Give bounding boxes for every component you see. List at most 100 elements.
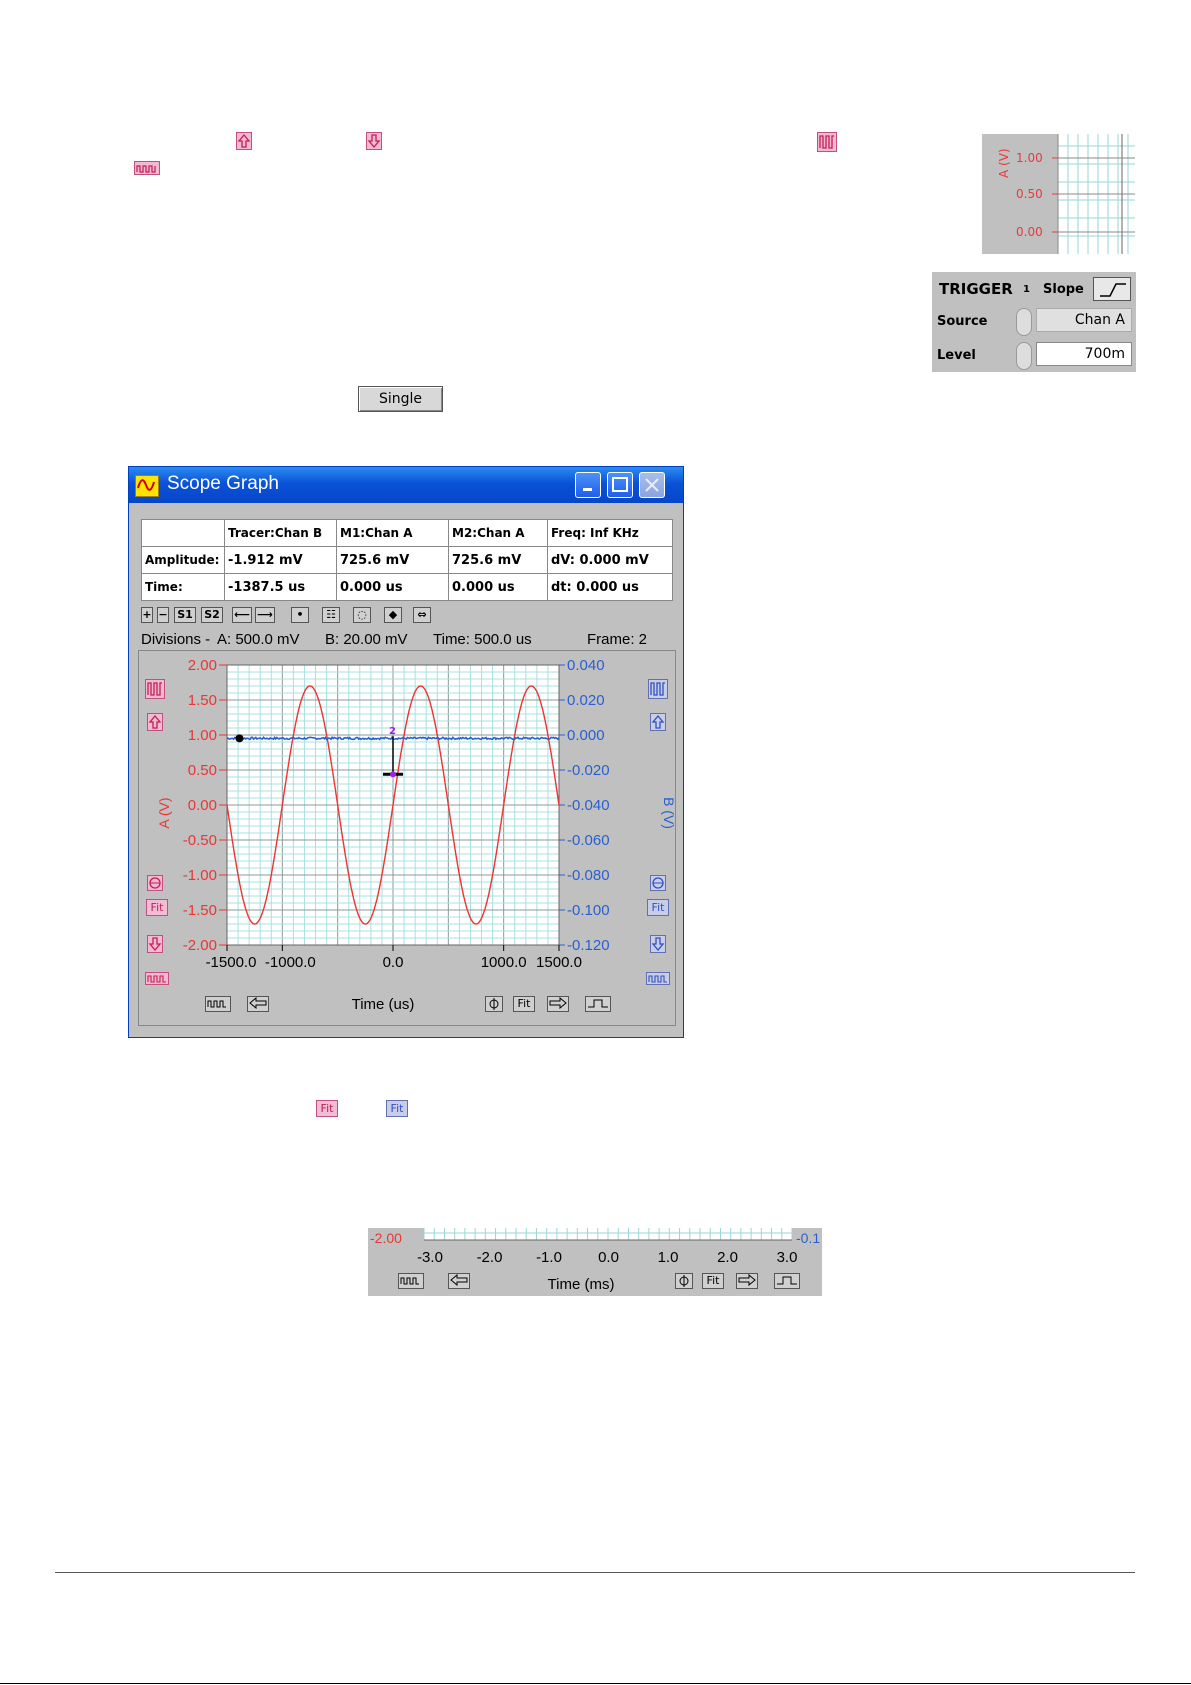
table-cell: -1387.5 us — [224, 573, 337, 601]
left-scroll-down-icon[interactable] — [147, 935, 163, 953]
table-header-cell: Tracer:Chan B — [224, 519, 337, 547]
y-tick-label: 1.00 — [188, 727, 217, 744]
left-scroll-up-icon[interactable] — [147, 713, 163, 731]
y2-tick-label: -0.040 — [567, 797, 610, 814]
strip-scroll-right-button[interactable] — [736, 1273, 758, 1289]
strip-x-title: Time (ms) — [548, 1276, 615, 1293]
table-row: Time: -1387.5 us 0.000 us 0.000 us dt: 0… — [141, 573, 673, 601]
y2-tick-label: -0.100 — [567, 902, 610, 919]
measurement-table: Tracer:Chan B M1:Chan A M2:Chan A Freq: … — [141, 519, 673, 601]
strip-x-tick-label: -1.0 — [536, 1249, 562, 1266]
mini-axis-label: A (V) — [997, 148, 1011, 178]
y2-tick-label: 0.000 — [567, 727, 605, 744]
close-button[interactable] — [639, 472, 665, 498]
add-cursor-button[interactable]: + — [141, 607, 153, 623]
cursor-left-button[interactable]: ⟵ — [232, 607, 252, 623]
strip-x-tick-label: -2.0 — [477, 1249, 503, 1266]
x-tick-label: -1500.0 — [206, 954, 257, 971]
source-select[interactable]: Chan A — [1036, 308, 1132, 332]
y2-axis-title: B (V) — [661, 797, 675, 829]
plot-panel: 2.00 1.50 1.00 0.50 0.00 -0.50 -1.00 -1.50 -2.00… — [138, 650, 676, 1026]
minimize-button[interactable] — [575, 472, 601, 498]
x-tick-label: 1000.0 — [481, 954, 527, 971]
scroll-up-icon[interactable] — [236, 132, 252, 150]
strip-y-left: -2.00 — [370, 1230, 402, 1246]
x-fit-button[interactable]: Fit — [513, 996, 535, 1012]
strip-fit-button[interactable]: Fit — [702, 1273, 724, 1289]
y-tick-label: 0.00 — [188, 797, 217, 814]
phi-icon — [679, 1275, 689, 1287]
strip-x-tick-label: 1.0 — [658, 1249, 679, 1266]
strip-zoom-out-button[interactable] — [398, 1273, 424, 1289]
scroll-down-icon[interactable] — [366, 132, 382, 150]
window-title: Scope Graph — [167, 473, 279, 494]
right-scroll-up-icon[interactable] — [650, 713, 666, 731]
cursor-right-button[interactable]: ⟶ — [255, 607, 275, 623]
y-tick-label: 1.50 — [188, 692, 217, 709]
remove-cursor-button[interactable]: − — [157, 607, 169, 623]
right-fit-button[interactable]: Fit — [647, 899, 669, 916]
left-fit-button[interactable]: Fit — [146, 899, 168, 916]
table-header-cell: Freq: Inf KHz — [547, 519, 673, 547]
circle-button[interactable]: ◌ — [353, 607, 371, 623]
slope-button[interactable] — [1093, 277, 1131, 301]
page-divider — [55, 1572, 1135, 1573]
y-tick-label: -1.50 — [183, 902, 217, 919]
inline-fit-blue: Fit — [386, 1100, 408, 1117]
y2-tick-label: -0.060 — [567, 832, 610, 849]
strip-scroll-left-button[interactable] — [448, 1273, 470, 1289]
right-scroll-down-icon[interactable] — [650, 935, 666, 953]
table-header-cell — [141, 519, 225, 547]
diamond-button[interactable]: ◆ — [384, 607, 402, 623]
right-zoom-out-icon[interactable] — [646, 972, 670, 985]
rising-edge-icon — [1100, 283, 1126, 297]
strip-zoom-in-button[interactable] — [774, 1273, 800, 1289]
single-button[interactable]: Single — [358, 386, 443, 412]
y2-tick-label: 0.040 — [567, 657, 605, 674]
maximize-icon — [612, 477, 628, 492]
y-tick-label: -2.00 — [183, 937, 217, 954]
x-axis-title: Time (us) — [352, 996, 415, 1013]
mini-tick-3: 0.00 — [1016, 225, 1043, 239]
level-input[interactable]: 700m — [1036, 342, 1132, 366]
zoom-out-horizontal-icon — [207, 1000, 226, 1008]
s1-button[interactable]: S1 — [174, 607, 196, 623]
table-cell: dt: 0.000 us — [547, 573, 673, 601]
x-scroll-left-button[interactable] — [247, 996, 269, 1012]
level-label: Level — [937, 348, 976, 363]
y2-tick-label: -0.080 — [567, 867, 610, 884]
table-cell: 0.000 us — [448, 573, 548, 601]
strip-y-right: -0.1 — [796, 1230, 820, 1246]
zoom-out-vertical-icon[interactable] — [134, 161, 160, 175]
scope-plot[interactable]: 2.00 1.50 1.00 0.50 0.00 -0.50 -1.00 -1.50 -2.00… — [139, 651, 675, 1025]
list-button[interactable]: ☷ — [322, 607, 340, 623]
table-header-cell: M1:Chan A — [336, 519, 449, 547]
strip-center-button[interactable] — [675, 1273, 693, 1289]
source-spinner[interactable] — [1016, 308, 1032, 336]
divisions-time: Time: 500.0 us — [433, 631, 532, 648]
right-zoom-in-icon[interactable] — [648, 679, 668, 699]
zoom-in-vertical-icon[interactable] — [817, 132, 837, 152]
marker-button[interactable]: • — [291, 607, 309, 623]
left-zoom-out-icon[interactable] — [145, 972, 169, 985]
mini-tick-1: 1.00 — [1016, 151, 1043, 165]
x-zoom-out-button[interactable] — [205, 996, 231, 1012]
arrow-left-icon — [249, 996, 267, 1010]
y-tick-label: 0.50 — [188, 762, 217, 779]
pulse-icon — [777, 1276, 797, 1285]
level-spinner[interactable] — [1016, 342, 1032, 370]
x-zoom-in-button[interactable] — [585, 996, 611, 1012]
x-center-button[interactable] — [485, 996, 503, 1012]
left-zoom-in-icon[interactable] — [145, 679, 165, 699]
width-button[interactable]: ⇔ — [413, 607, 431, 623]
table-cell: 725.6 mV — [448, 546, 548, 574]
s2-button[interactable]: S2 — [201, 607, 223, 623]
table-row-label: Time: — [141, 573, 225, 601]
trigger-index: 1 — [1023, 284, 1030, 295]
right-center-icon[interactable] — [650, 875, 666, 891]
table-row: Amplitude: -1.912 mV 725.6 mV 725.6 mV d… — [141, 546, 673, 574]
maximize-button[interactable] — [607, 472, 633, 498]
y2-tick-label: 0.020 — [567, 692, 605, 709]
x-scroll-right-button[interactable] — [547, 996, 569, 1012]
left-center-icon[interactable] — [147, 875, 163, 891]
